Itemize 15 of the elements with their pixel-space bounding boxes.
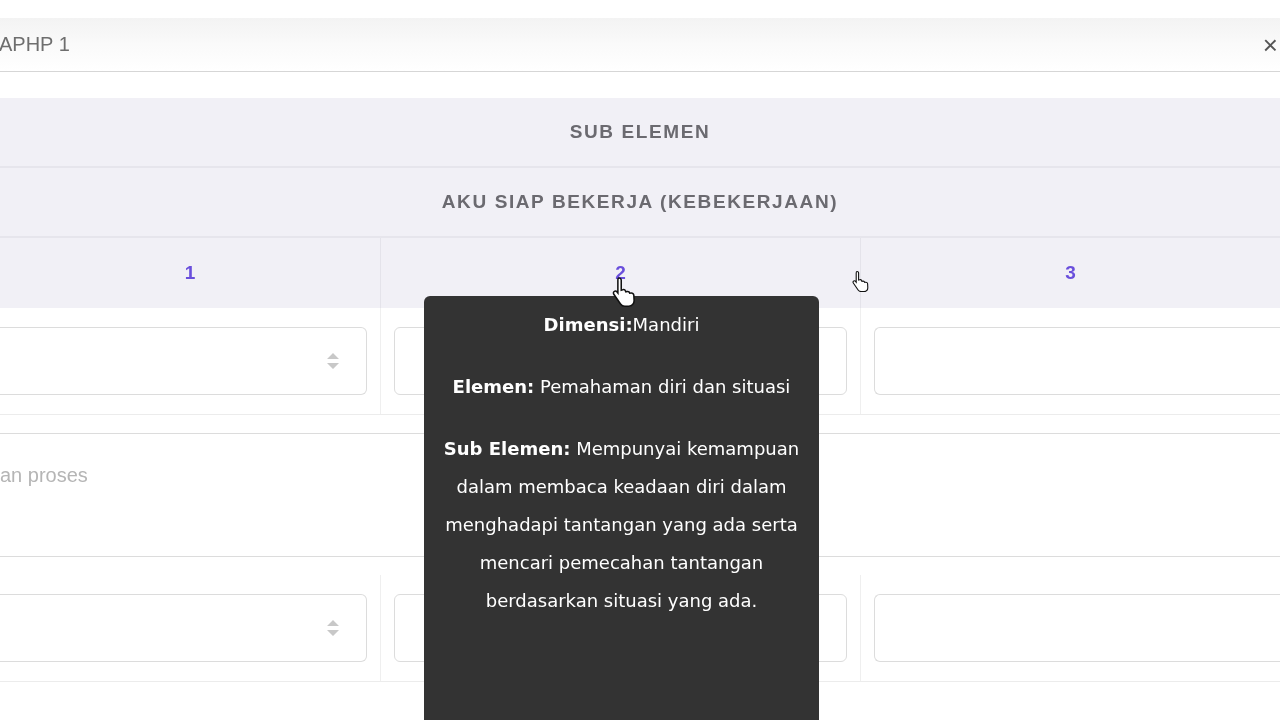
input-field[interactable] bbox=[874, 594, 1280, 662]
group-header: AKU SIAP BEKERJA (KEBEKERJAAN) bbox=[441, 191, 839, 213]
sort-arrows-icon bbox=[326, 352, 340, 370]
tooltip-text: Dimensi:Mandiri bbox=[542, 313, 701, 337]
tooltip-text: Sub Elemen: Mempunyai kemampuan dalam membaca keadaan diri dalam menghadapi tantangan yang ada serta mencari pemecahan tantangan berdasarkan situasi yang ada. bbox=[442, 437, 801, 613]
column-header[interactable]: 3 bbox=[1065, 262, 1076, 284]
select-field[interactable] bbox=[0, 327, 367, 395]
input-field[interactable] bbox=[874, 327, 1280, 395]
close-button[interactable]: × bbox=[1262, 31, 1278, 58]
tooltip-text: Elemen: Pemahaman diri dan situasi bbox=[451, 375, 792, 399]
table-header: SUB ELEMEN bbox=[569, 121, 711, 143]
select-field[interactable] bbox=[0, 594, 367, 662]
column-header[interactable]: 1 bbox=[184, 262, 196, 284]
hand-cursor-icon bbox=[852, 270, 870, 292]
sort-arrows-icon bbox=[326, 619, 340, 637]
